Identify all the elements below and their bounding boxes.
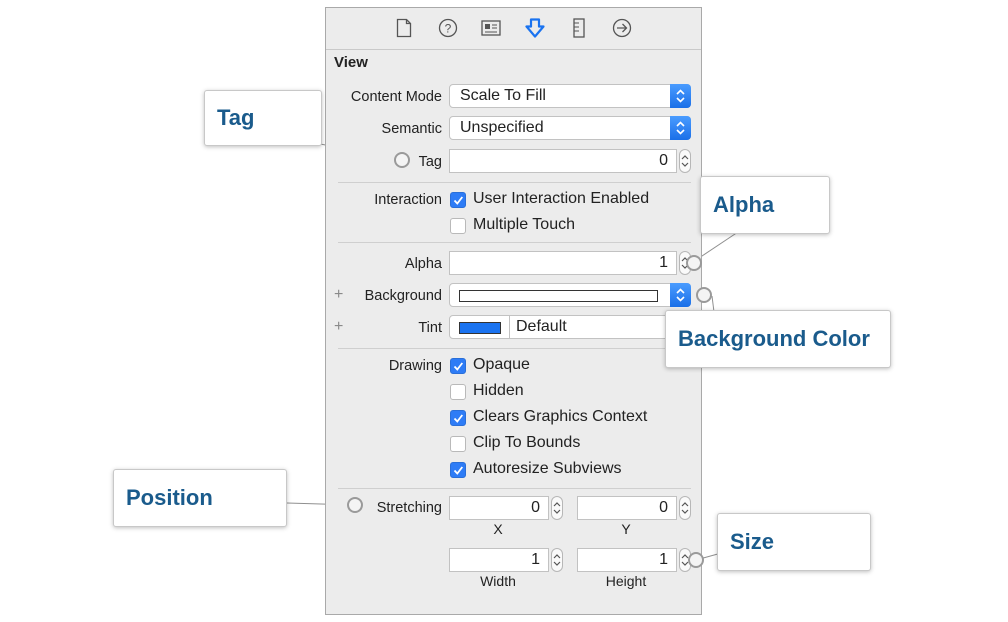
- size-callout: Size: [717, 513, 871, 571]
- alpha-callout: Alpha: [700, 176, 830, 234]
- multiple-touch-label: Multiple Touch: [473, 216, 575, 233]
- semantic-popup[interactable]: Unspecified: [449, 116, 691, 140]
- stretching-height-caption: Height: [605, 573, 647, 589]
- autoresize-subviews-checkbox[interactable]: [450, 462, 466, 478]
- alpha-anchor-marker: [686, 255, 702, 271]
- tint-label: Tint: [418, 320, 442, 336]
- clip-to-bounds-checkbox[interactable]: [450, 436, 466, 452]
- popup-arrows-icon: [670, 283, 691, 307]
- tint-value: Default: [516, 318, 567, 335]
- stretching-y-field[interactable]: 0: [577, 496, 677, 520]
- attributes-inspector-panel: ? View Content Mode Scale To Fill Semant…: [325, 7, 702, 615]
- tag-label: Tag: [418, 154, 442, 170]
- tag-stepper[interactable]: [679, 149, 691, 173]
- stretching-width-caption: Width: [480, 573, 516, 589]
- divider: [338, 182, 691, 183]
- size-anchor-marker: [688, 552, 704, 568]
- semantic-value: Unspecified: [460, 119, 544, 136]
- stretching-x-stepper[interactable]: [551, 496, 563, 520]
- interaction-label: Interaction: [374, 192, 442, 208]
- position-callout: Position: [113, 469, 287, 527]
- clip-to-bounds-label: Clip To Bounds: [473, 434, 581, 451]
- tint-color-swatch: [459, 322, 501, 334]
- alpha-field[interactable]: 1: [449, 251, 677, 275]
- opaque-label: Opaque: [473, 356, 530, 373]
- user-interaction-enabled-checkbox[interactable]: [450, 192, 466, 208]
- content-mode-value: Scale To Fill: [460, 87, 546, 104]
- stretching-width-field[interactable]: 1: [449, 548, 549, 572]
- attributes-inspector-icon[interactable]: [525, 17, 545, 39]
- inspector-toolbar: ?: [326, 8, 701, 50]
- alpha-label: Alpha: [404, 256, 442, 272]
- popup-arrows-icon: [670, 84, 691, 108]
- user-interaction-enabled-label: User Interaction Enabled: [473, 190, 650, 207]
- background-color-swatch: [459, 290, 658, 302]
- stretching-width-stepper[interactable]: [551, 548, 563, 572]
- file-inspector-icon[interactable]: [394, 17, 414, 39]
- clears-graphics-context-checkbox[interactable]: [450, 410, 466, 426]
- opaque-checkbox[interactable]: [450, 358, 466, 374]
- tag-field[interactable]: 0: [449, 149, 677, 173]
- hidden-label: Hidden: [473, 382, 524, 399]
- background-color-popup[interactable]: [449, 283, 691, 307]
- size-inspector-icon[interactable]: [569, 17, 589, 39]
- stretching-y-caption: Y: [621, 521, 631, 537]
- stretching-x-field[interactable]: 0: [449, 496, 549, 520]
- stretching-label: Stretching: [376, 500, 442, 516]
- clears-graphics-context-label: Clears Graphics Context: [473, 408, 648, 425]
- tag-anchor-marker: [394, 152, 410, 168]
- content-mode-label: Content Mode: [350, 89, 442, 105]
- semantic-label: Semantic: [381, 121, 442, 137]
- divider: [338, 488, 691, 489]
- background-color-anchor-marker: [696, 287, 712, 303]
- background-label: Background: [364, 288, 442, 304]
- tag-callout: Tag: [204, 90, 322, 146]
- content-mode-popup[interactable]: Scale To Fill: [449, 84, 691, 108]
- tint-color-popup[interactable]: Default: [449, 315, 691, 339]
- section-title: View: [334, 54, 368, 71]
- svg-text:?: ?: [445, 22, 452, 36]
- divider: [338, 348, 691, 349]
- autoresize-subviews-label: Autoresize Subviews: [473, 460, 622, 477]
- swatch-separator: [509, 315, 510, 339]
- position-anchor-marker: [347, 497, 363, 513]
- connections-inspector-icon[interactable]: [612, 17, 632, 39]
- hidden-checkbox[interactable]: [450, 384, 466, 400]
- background-color-callout: Background Color: [665, 310, 891, 368]
- divider: [338, 242, 691, 243]
- drawing-label: Drawing: [388, 358, 442, 374]
- identity-inspector-icon[interactable]: [481, 17, 501, 39]
- popup-arrows-icon: [670, 116, 691, 140]
- stretching-height-field[interactable]: 1: [577, 548, 677, 572]
- stretching-y-stepper[interactable]: [679, 496, 691, 520]
- quick-help-icon[interactable]: ?: [438, 17, 458, 39]
- multiple-touch-checkbox[interactable]: [450, 218, 466, 234]
- stretching-x-caption: X: [493, 521, 503, 537]
